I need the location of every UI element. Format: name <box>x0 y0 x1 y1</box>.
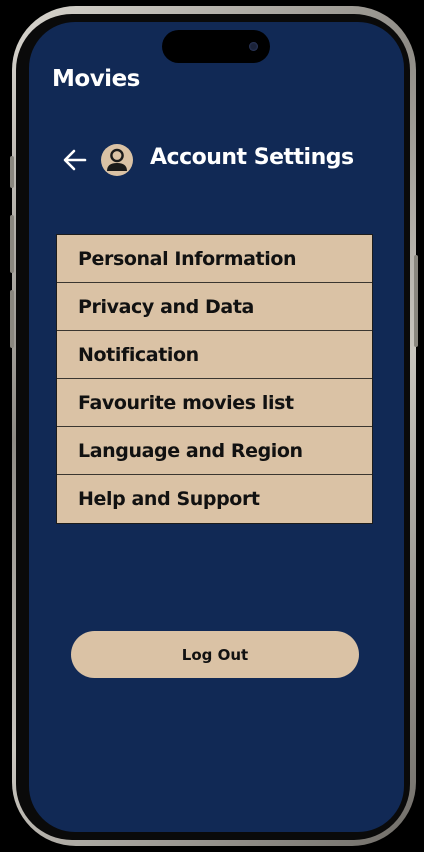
menu-item-privacy-and-data[interactable]: Privacy and Data <box>57 283 372 331</box>
menu-item-favourite-movies-list[interactable]: Favourite movies list <box>57 379 372 427</box>
phone-action-button <box>10 156 14 188</box>
front-camera-icon <box>249 42 258 51</box>
app-screen: Movies Account Settings Personal Informa… <box>29 22 404 832</box>
menu-item-personal-information[interactable]: Personal Information <box>57 235 372 283</box>
settings-menu-list: Personal Information Privacy and Data No… <box>56 234 373 524</box>
app-title: Movies <box>52 66 140 92</box>
menu-item-notification[interactable]: Notification <box>57 331 372 379</box>
arrow-left-icon[interactable] <box>61 146 89 174</box>
page-title: Account Settings <box>150 145 354 170</box>
menu-item-help-and-support[interactable]: Help and Support <box>57 475 372 523</box>
dynamic-island <box>162 30 270 63</box>
phone-volume-up-button <box>10 215 14 273</box>
user-avatar-icon[interactable] <box>100 143 134 177</box>
phone-power-button <box>414 255 418 347</box>
settings-header: Account Settings <box>59 140 389 180</box>
menu-item-language-and-region[interactable]: Language and Region <box>57 427 372 475</box>
phone-volume-down-button <box>10 290 14 348</box>
logout-button[interactable]: Log Out <box>71 631 359 678</box>
